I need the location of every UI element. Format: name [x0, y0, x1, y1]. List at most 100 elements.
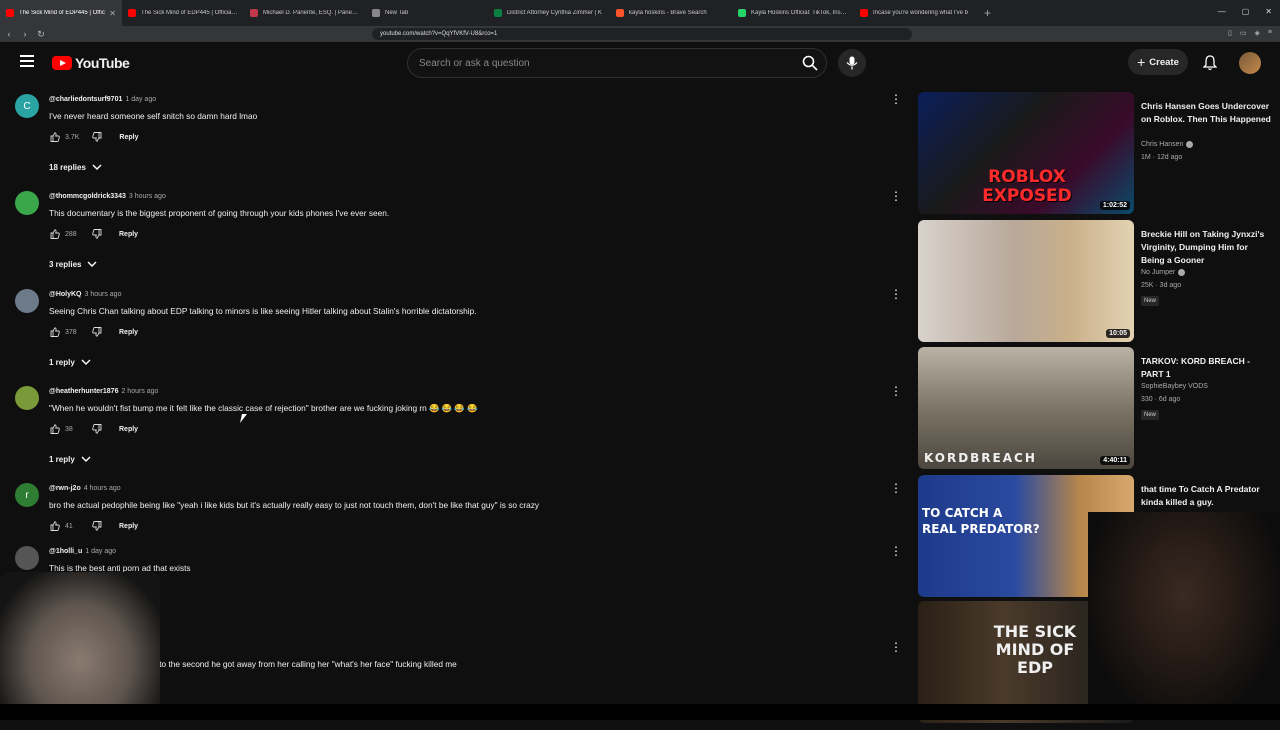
forward-icon[interactable]: › — [18, 29, 32, 39]
youtube-logo[interactable]: YouTube — [52, 55, 130, 71]
like-count: 38 — [65, 425, 73, 433]
comment-author[interactable]: @charliedontsurf9701 — [49, 96, 122, 103]
more-actions-icon[interactable]: ⋮ — [890, 482, 902, 494]
address-bar[interactable]: youtube.com/watch?v=QqYfVKfV-U8&rco=1 — [372, 28, 912, 40]
video-thumbnail[interactable]: ROBLOX EXPOSED 1:02:52 — [918, 92, 1134, 214]
close-window-icon[interactable]: ✕ — [1265, 7, 1272, 16]
comment-timestamp[interactable]: 1 day ago — [125, 96, 156, 103]
comment-header: @1holli_u 1 day ago — [49, 548, 116, 555]
video-thumbnail[interactable]: 10:05 — [918, 220, 1134, 342]
video-title[interactable]: TARKOV: KORD BREACH - PART 1 — [1141, 355, 1273, 381]
new-tab-icon[interactable]: + — [976, 6, 999, 20]
like-count: 378 — [65, 328, 77, 336]
video-channel[interactable]: SophieBaybey VODS — [1141, 383, 1208, 390]
comment-timestamp[interactable]: 1 day ago — [85, 548, 116, 555]
comment-author[interactable]: @rwn-j2o — [49, 485, 81, 492]
dislike-icon[interactable] — [91, 228, 103, 240]
video-title[interactable]: Chris Hansen Goes Undercover on Roblox. … — [1141, 100, 1273, 126]
view-replies-button[interactable]: 3 replies — [49, 260, 97, 269]
more-actions-icon[interactable]: ⋮ — [890, 288, 902, 300]
more-actions-icon[interactable]: ⋮ — [890, 641, 902, 653]
create-button[interactable]: + Create — [1128, 49, 1188, 75]
reply-button[interactable]: Reply — [119, 523, 138, 530]
comment-timestamp[interactable]: 4 hours ago — [84, 485, 121, 492]
sidebar-icon[interactable]: ▯ — [1228, 29, 1232, 37]
comment-author[interactable]: @HolyKQ — [49, 291, 82, 298]
more-actions-icon[interactable]: ⋮ — [890, 385, 902, 397]
browser-tab[interactable]: kayla hoskins - Brave Search — [610, 0, 732, 26]
reply-button[interactable]: Reply — [119, 329, 138, 336]
video-channel[interactable]: Chris Hansen — [1141, 141, 1194, 148]
reply-button[interactable]: Reply — [119, 231, 138, 238]
hamburger-menu-icon[interactable] — [20, 55, 34, 67]
wallet-icon[interactable]: ▭ — [1240, 29, 1247, 37]
favicon-icon — [616, 9, 624, 17]
search-icon — [802, 55, 818, 71]
comment-timestamp[interactable]: 3 hours ago — [85, 291, 122, 298]
browser-tab[interactable]: Michael D. Pariente, ESQ. | Pariente L — [244, 0, 366, 26]
comment-author[interactable]: @1holli_u — [49, 548, 82, 555]
reply-button[interactable]: Reply — [119, 134, 138, 141]
more-actions-icon[interactable]: ⋮ — [890, 93, 902, 105]
like-icon[interactable] — [49, 520, 61, 532]
like-icon[interactable] — [49, 131, 61, 143]
search-button[interactable] — [796, 51, 824, 75]
browser-tab[interactable]: Incase you're wondering what I've b — [854, 0, 976, 26]
close-tab-icon[interactable]: ✕ — [109, 9, 116, 18]
comment-timestamp[interactable]: 2 hours ago — [121, 388, 158, 395]
address-url: youtube.com/watch?v=QqYfVKfV-U8&rco=1 — [380, 31, 498, 37]
comment-actions: 41 Reply — [49, 520, 138, 532]
video-thumbnail[interactable]: KORDBREACH 4:40:11 — [918, 347, 1134, 469]
search-input[interactable]: Search or ask a question — [407, 48, 827, 78]
view-replies-button[interactable]: 1 reply — [49, 455, 91, 464]
reload-icon[interactable]: ↻ — [34, 29, 48, 40]
more-actions-icon[interactable]: ⋮ — [890, 545, 902, 557]
more-actions-icon[interactable]: ⋮ — [890, 190, 902, 202]
minimize-icon[interactable]: — — [1218, 7, 1226, 16]
related-video[interactable]: KORDBREACH 4:40:11 TARKOV: KORD BREACH - P… — [918, 347, 1280, 469]
commenter-avatar[interactable] — [15, 546, 39, 570]
commenter-avatar[interactable]: r — [15, 483, 39, 507]
favicon-icon — [494, 9, 502, 17]
like-icon[interactable] — [49, 423, 61, 435]
back-icon[interactable]: ‹ — [2, 29, 16, 39]
plus-icon: + — [1137, 54, 1146, 70]
maximize-icon[interactable]: ▢ — [1242, 7, 1250, 16]
commenter-avatar[interactable]: C — [15, 94, 39, 118]
view-replies-button[interactable]: 1 reply — [49, 358, 91, 367]
commenter-avatar[interactable] — [15, 386, 39, 410]
browser-tab[interactable]: The Sick Mind of EDP445 | Offic ✕ — [0, 0, 122, 26]
video-duration: 10:05 — [1106, 329, 1130, 338]
vpn-icon[interactable]: ◈ — [1255, 29, 1260, 37]
browser-nav-bar: ‹ › ↻ youtube.com/watch?v=QqYfVKfV-U8&rc… — [0, 26, 1280, 42]
verified-icon — [1186, 141, 1194, 148]
comment-author[interactable]: @thommcgoldrick3343 — [49, 193, 126, 200]
like-icon[interactable] — [49, 228, 61, 240]
reply-button[interactable]: Reply — [119, 426, 138, 433]
comment-timestamp[interactable]: 3 hours ago — [129, 193, 166, 200]
chevron-down-icon — [87, 260, 97, 269]
video-channel[interactable]: No Jumper — [1141, 269, 1186, 276]
dislike-icon[interactable] — [91, 520, 103, 532]
video-title[interactable]: that time To Catch A Predator kinda kill… — [1141, 483, 1273, 509]
channel-name: Chris Hansen — [1141, 141, 1184, 148]
account-avatar[interactable] — [1239, 52, 1261, 74]
browser-tab[interactable]: District Attorney Cynthia Zimmer | K — [488, 0, 610, 26]
voice-search-button[interactable] — [838, 49, 866, 77]
commenter-avatar[interactable] — [15, 191, 39, 215]
notifications-button[interactable] — [1200, 53, 1220, 73]
browser-tab[interactable]: New Tab — [366, 0, 488, 26]
dislike-icon[interactable] — [91, 326, 103, 338]
view-replies-button[interactable]: 18 replies — [49, 163, 102, 172]
dislike-icon[interactable] — [91, 131, 103, 143]
dislike-icon[interactable] — [91, 423, 103, 435]
related-video[interactable]: 10:05 Breckie Hill on Taking Jynxzi's Vir… — [918, 220, 1280, 342]
video-title[interactable]: Breckie Hill on Taking Jynxzi's Virginit… — [1141, 228, 1273, 267]
related-video[interactable]: ROBLOX EXPOSED 1:02:52 Chris Hansen Goes U… — [918, 92, 1280, 214]
comment-author[interactable]: @heatherhunter1876 — [49, 388, 118, 395]
browser-tab[interactable]: The Sick Mind of EDP445 | Official D — [122, 0, 244, 26]
menu-icon[interactable]: ≡ — [1268, 29, 1272, 37]
browser-tab[interactable]: Kayla Hoskins Official: TikTok, Instag — [732, 0, 854, 26]
commenter-avatar[interactable] — [15, 289, 39, 313]
like-icon[interactable] — [49, 326, 61, 338]
